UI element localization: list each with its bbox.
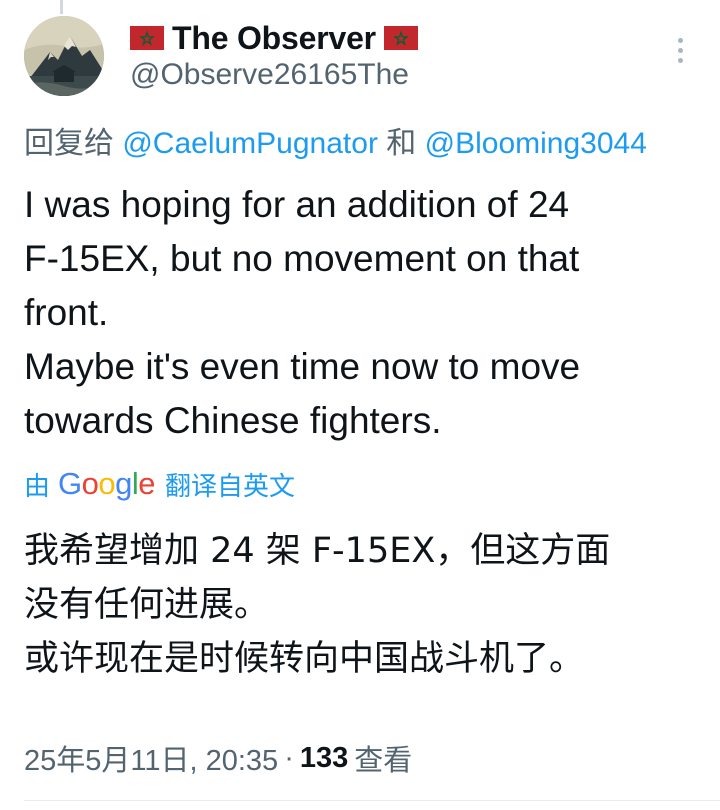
google-logo: Google [58,466,156,501]
more-options-icon[interactable] [664,32,696,68]
meta-separator: · [284,741,294,774]
tweet-text-line: front. [24,292,109,333]
author-name-row[interactable]: The Observer [130,20,418,56]
morocco-flag-icon [130,26,164,50]
views-label: 查看 [354,745,413,777]
translated-tweet-body: 我希望增加 24 架 F-15EX，但这方面 没有任何进展。 或许现在是时候转向… [24,524,714,686]
mention-link[interactable]: @CaelumPugnator [122,127,378,160]
tweet-text-line: Maybe it's even time now to move [24,346,581,387]
display-name[interactable]: The Observer [172,20,376,57]
tweet-body: I was hoping for an addition of 24 F-15E… [24,178,714,448]
tweet-text-line: I was hoping for an addition of 24 [24,184,570,225]
divider [24,800,720,801]
morocco-flag-icon [383,26,418,50]
more-dot [677,57,683,63]
translated-by-google-link[interactable]: 由 Google 翻译自英文 [24,462,295,506]
translated-text-line: 我希望增加 24 架 F-15EX，但这方面 [24,531,611,571]
views-count: 133 [299,741,349,774]
more-dot [677,47,683,53]
tweet-text-line: F-15EX, but no movement on that [24,238,580,279]
more-dot [677,37,683,43]
translated-text-line: 或许现在是时候转向中国战斗机了。 [24,639,585,679]
mention-link[interactable]: @Blooming3044 [425,127,647,160]
tweet-text-line: towards Chinese fighters. [24,400,442,441]
translated-text-line: 没有任何进展。 [24,585,270,625]
avatar[interactable] [24,16,104,96]
timestamp[interactable]: 25年5月11日, 20:35 [24,737,278,779]
user-handle[interactable]: @Observe26165The [130,58,409,92]
tweet-meta: 25年5月11日, 20:35 · 133 查看 [24,736,412,780]
translate-prefix: 由 [24,470,51,501]
thread-connector-line [60,0,63,14]
reply-prefix: 回复给 [24,127,114,160]
avatar-mountain-image [24,16,104,96]
translate-suffix: 翻译自英文 [165,470,296,501]
reply-conjunction: 和 [386,127,417,160]
replying-to-line: 回复给 @CaelumPugnator 和 @Blooming3044 [24,118,720,162]
